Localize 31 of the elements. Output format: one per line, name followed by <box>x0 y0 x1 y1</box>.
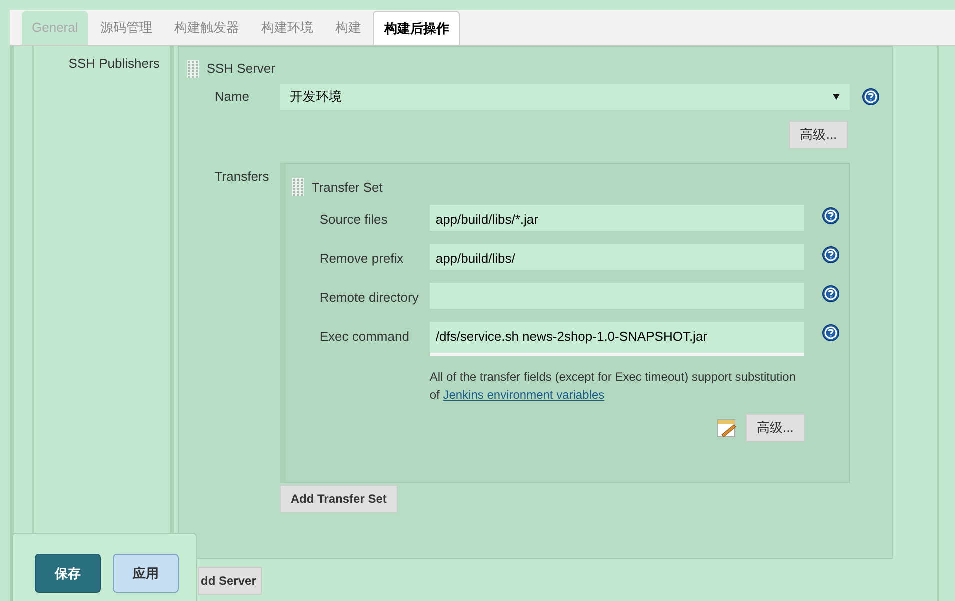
help-icon[interactable] <box>822 207 840 225</box>
input-field[interactable]: app/build/libs/*.jar <box>430 205 804 231</box>
caret-icon <box>832 94 840 100</box>
transfer-set-title: Transfer Set <box>312 178 383 196</box>
field-label: Transfers <box>214 168 270 186</box>
advanced-button[interactable]: 高级... <box>746 414 805 442</box>
advanced-button[interactable]: 高级... <box>789 120 848 148</box>
help-icon[interactable] <box>822 246 840 264</box>
field-label: Source files <box>318 211 389 229</box>
help-icon[interactable] <box>822 324 840 342</box>
field-label: Remove prefix <box>318 250 405 268</box>
add-transfer-set-button[interactable]: Add Transfer Set <box>280 484 398 512</box>
input-field[interactable]: app/build/libs/ <box>430 244 804 270</box>
drag-handle-icon[interactable] <box>186 60 199 78</box>
apply-button[interactable]: 应用 <box>113 554 179 593</box>
drag-handle-icon[interactable] <box>292 178 304 196</box>
help-icon[interactable] <box>862 88 880 106</box>
name-select[interactable]: 开发环境 <box>280 84 850 110</box>
field-label: Exec command <box>318 328 410 346</box>
server-title: SSH Server <box>206 60 276 78</box>
section-label: SSH Publishers <box>68 56 160 71</box>
field-label: Name <box>214 88 251 106</box>
tab[interactable]: 构建后操作 <box>373 11 460 45</box>
save-button[interactable]: 保存 <box>35 554 101 593</box>
help-icon[interactable] <box>822 285 840 303</box>
add-server-button[interactable]: dd Server <box>198 567 262 595</box>
field-label: Remote directory <box>318 289 420 307</box>
notepad-icon[interactable] <box>716 417 738 439</box>
exec-command-field[interactable]: /dfs/service.sh news-2shop-1.0-SNAPSHOT.jar <box>430 322 804 356</box>
link[interactable]: Jenkins environment variables <box>443 388 605 402</box>
help-note: All of the transfer fields (except for Exec timeout) support substitution of Jenkins environment variables <box>430 369 798 404</box>
